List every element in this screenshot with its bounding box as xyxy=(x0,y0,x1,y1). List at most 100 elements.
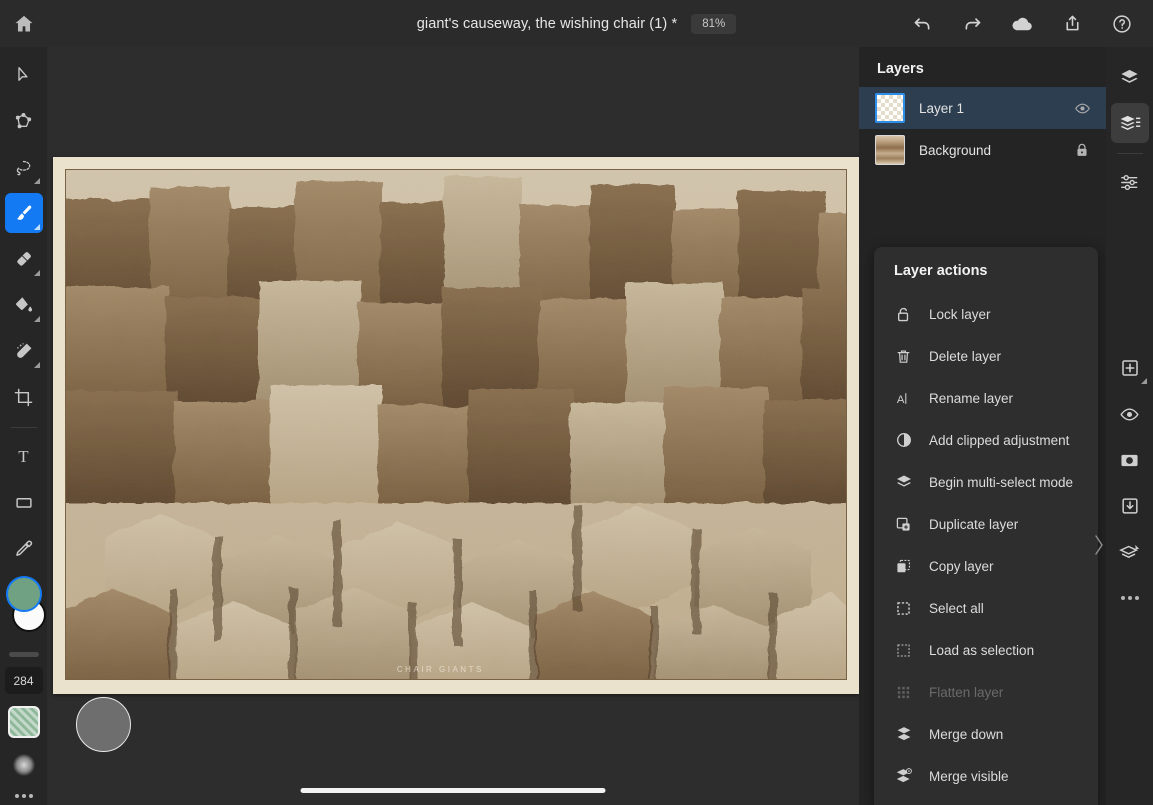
action-label: Select all xyxy=(929,600,984,616)
action-label: Copy layer xyxy=(929,558,994,574)
transform-tool[interactable] xyxy=(5,101,43,141)
help-button[interactable] xyxy=(1099,0,1145,47)
adjustments-icon xyxy=(1121,174,1138,190)
select-all-icon xyxy=(894,600,913,617)
action-add-clipped-adjustment[interactable]: Add clipped adjustment xyxy=(874,419,1098,461)
tool-sidebar: T 284 xyxy=(0,47,47,805)
canvas-area[interactable]: CHAIR GIANTS xyxy=(47,47,859,805)
action-load-as-selection[interactable]: Load as selection xyxy=(874,629,1098,671)
import-button[interactable] xyxy=(1111,486,1149,526)
tool-options-corner xyxy=(1140,378,1147,384)
action-label: Delete layer xyxy=(929,348,1002,364)
layers-panel: Layers Layer 1 Background Layer actions … xyxy=(859,47,1106,805)
fill-tool[interactable] xyxy=(5,285,43,325)
add-layer-icon xyxy=(1121,360,1138,376)
brush-cursor xyxy=(76,697,131,752)
redo-icon xyxy=(965,18,980,30)
tool-options-corner xyxy=(33,224,40,230)
brush-size-slider[interactable] xyxy=(8,652,39,657)
cloud-button[interactable] xyxy=(999,0,1045,47)
flatten-icon xyxy=(894,684,913,701)
action-label: Rename layer xyxy=(929,390,1014,406)
layer-visibility-toggle[interactable] xyxy=(1072,100,1092,117)
paint-bucket-icon xyxy=(15,297,32,312)
layer-name: Layer 1 xyxy=(919,100,965,116)
action-lock-layer[interactable]: Lock layer xyxy=(874,293,1098,335)
action-label: Merge visible xyxy=(929,768,1009,784)
top-bar-actions xyxy=(899,0,1145,47)
photo-caption: CHAIR GIANTS xyxy=(396,665,484,674)
action-label: Begin multi-select mode xyxy=(929,474,1074,490)
right-sidebar xyxy=(1106,47,1153,805)
action-rename-layer[interactable]: A Rename layer xyxy=(874,377,1098,419)
lasso-tool[interactable] xyxy=(5,147,43,187)
undo-icon xyxy=(914,18,929,30)
action-label: Add clipped adjustment xyxy=(929,432,1070,448)
share-button[interactable] xyxy=(1049,0,1095,47)
load-selection-icon xyxy=(894,642,913,659)
action-label: Load as selection xyxy=(929,642,1035,658)
unlock-icon xyxy=(894,306,913,323)
eraser-icon xyxy=(16,252,31,266)
layer-properties-icon xyxy=(1120,115,1140,130)
brush-size-value[interactable]: 284 xyxy=(4,667,43,694)
more-tools-button[interactable] xyxy=(14,794,33,798)
undo-button[interactable] xyxy=(899,0,945,47)
layers-icon xyxy=(894,473,913,491)
zoom-level-badge[interactable]: 81% xyxy=(691,13,737,34)
dot xyxy=(1127,596,1132,600)
adjustments-button[interactable] xyxy=(1111,162,1149,202)
crop-tool[interactable] xyxy=(5,377,43,417)
layers-panel-button[interactable] xyxy=(1111,57,1149,97)
svg-text:T: T xyxy=(18,447,28,466)
pattern-swatch[interactable] xyxy=(7,706,40,738)
visibility-button[interactable] xyxy=(1111,394,1149,434)
rename-icon: A xyxy=(894,390,913,407)
move-tool[interactable] xyxy=(5,55,43,95)
action-select-all[interactable]: Select all xyxy=(874,587,1098,629)
layer-lock-indicator[interactable] xyxy=(1072,142,1092,158)
type-tool[interactable]: T xyxy=(5,436,43,476)
layer-row-layer-1[interactable]: Layer 1 xyxy=(859,87,1106,129)
cloud-icon xyxy=(1012,17,1032,30)
panel-collapse-handle[interactable] xyxy=(1091,522,1107,568)
foreground-color-swatch[interactable] xyxy=(5,576,42,612)
brush-tool[interactable] xyxy=(4,193,43,233)
layer-row-background[interactable]: Background xyxy=(859,129,1106,171)
eyedropper-tool[interactable] xyxy=(5,528,43,568)
photo-mount-border: CHAIR GIANTS xyxy=(53,157,859,694)
transform-layer-button[interactable] xyxy=(1111,532,1149,572)
action-duplicate-layer[interactable]: Duplicate layer xyxy=(874,503,1098,545)
canvas-scrollbar[interactable] xyxy=(300,788,606,793)
add-layer-button[interactable] xyxy=(1111,348,1149,388)
action-delete-layer[interactable]: Delete layer xyxy=(874,335,1098,377)
home-icon xyxy=(15,15,33,32)
brush-hardness-preview[interactable] xyxy=(12,754,35,776)
shape-tool[interactable] xyxy=(5,482,43,522)
home-button[interactable] xyxy=(0,0,48,47)
tool-options-corner xyxy=(33,270,40,276)
action-flatten-layer: Flatten layer xyxy=(874,671,1098,713)
cursor-arrow-icon xyxy=(17,67,28,81)
more-options-button[interactable] xyxy=(1111,578,1149,618)
action-merge-down[interactable]: Merge down xyxy=(874,713,1098,755)
action-copy-layer[interactable]: Copy layer xyxy=(874,545,1098,587)
toolbar-divider xyxy=(10,427,37,428)
action-begin-multi-select[interactable]: Begin multi-select mode xyxy=(874,461,1098,503)
action-label: Duplicate layer xyxy=(929,516,1019,532)
mask-icon xyxy=(1121,454,1138,466)
eye-icon xyxy=(1074,103,1090,113)
action-merge-visible[interactable]: Merge visible xyxy=(874,755,1098,797)
help-icon xyxy=(1113,14,1131,33)
eraser-tool[interactable] xyxy=(5,239,43,279)
lasso-icon xyxy=(16,160,31,175)
layer-actions-menu: Layer actions Lock layer Delete layer A … xyxy=(874,247,1098,805)
heal-tool[interactable] xyxy=(5,331,43,371)
color-swatches[interactable] xyxy=(2,576,46,638)
action-label: Flatten layer xyxy=(929,684,1004,700)
layer-properties-button[interactable] xyxy=(1110,103,1149,143)
svg-text:A: A xyxy=(897,393,905,405)
eyedropper-icon xyxy=(16,540,33,556)
mask-button[interactable] xyxy=(1111,440,1149,480)
redo-button[interactable] xyxy=(949,0,995,47)
